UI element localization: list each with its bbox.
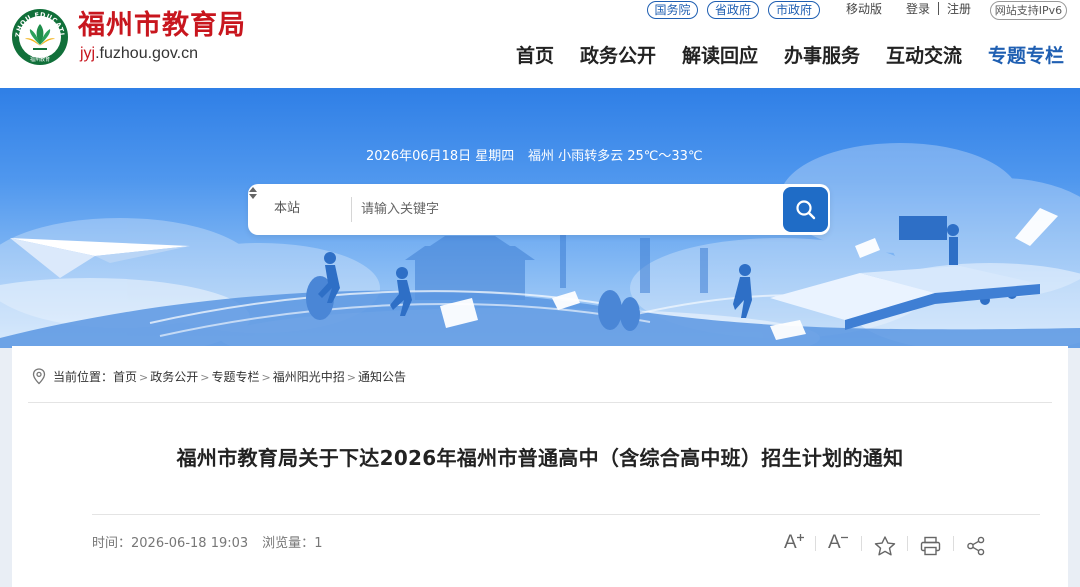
tool-divider: [953, 536, 954, 551]
mobile-version-link[interactable]: 移动版: [846, 1, 882, 18]
site-domain: jyj.fuzhou.gov.cn: [80, 44, 198, 64]
breadcrumb-item-sunshine-enrollment[interactable]: 福州阳光中招: [273, 370, 345, 384]
breadcrumb-separator: >: [261, 371, 271, 384]
title-divider: [92, 514, 1040, 515]
font-smaller-icon[interactable]: A: [828, 532, 850, 556]
breadcrumb-item-notices[interactable]: 通知公告: [358, 370, 406, 384]
print-icon[interactable]: [920, 534, 941, 558]
breadcrumb-separator: >: [139, 371, 149, 384]
nav-item-services[interactable]: 办事服务: [784, 42, 860, 70]
views-value: 1: [314, 536, 323, 551]
provincial-gov-link[interactable]: 省政府: [707, 1, 759, 19]
breadcrumb-separator: >: [346, 371, 356, 384]
location-pin-icon: [32, 368, 46, 385]
tool-divider: [907, 536, 908, 551]
breadcrumb: 当前位置：首页 > 政务公开 > 专题专栏 > 福州阳光中招 > 通知公告: [53, 369, 406, 386]
city-gov-link[interactable]: 市政府: [768, 1, 820, 19]
site-domain-rest: .fuzhou.gov.cn: [95, 45, 198, 62]
search-divider: [351, 197, 352, 222]
ipv6-badge: 网站支持IPv6: [990, 1, 1067, 20]
login-link[interactable]: 登录: [906, 1, 930, 18]
views-label: 浏览量：: [262, 536, 315, 551]
favorite-star-icon[interactable]: [874, 534, 896, 558]
search-button[interactable]: [783, 187, 828, 232]
site-domain-prefix: jyj: [80, 45, 96, 62]
search-box: 本站: [248, 184, 830, 235]
nav-item-interaction[interactable]: 互动交流: [886, 42, 962, 70]
search-input[interactable]: [361, 198, 771, 221]
article-meta: 时间：2026-06-18 19:03 浏览量：1: [92, 535, 322, 553]
breadcrumb-item-government-affairs[interactable]: 政务公开: [150, 370, 198, 384]
register-link[interactable]: 注册: [947, 1, 971, 18]
breadcrumb-divider: [28, 402, 1052, 403]
site-header: FUZHOU EDUCATION 福州教育 福州市教育局 jyj.fuzhou.…: [0, 0, 1080, 88]
nav-item-home[interactable]: 首页: [516, 42, 554, 70]
article-card: 当前位置：首页 > 政务公开 > 专题专栏 > 福州阳光中招 > 通知公告 福州市教育局关于下达…: [12, 346, 1068, 587]
breadcrumb-item-home[interactable]: 首页: [113, 370, 137, 384]
publish-time-value: 2026-06-18 19:03: [131, 536, 249, 551]
plus-sign: [797, 534, 804, 541]
publish-time-label: 时间：: [92, 536, 132, 551]
breadcrumb-item-special-topics[interactable]: 专题专栏: [211, 370, 259, 384]
breadcrumb-prefix: 当前位置：: [53, 370, 114, 384]
tool-divider: [861, 536, 862, 551]
search-scope-select[interactable]: 本站: [274, 201, 300, 217]
link-separator: [938, 2, 939, 15]
breadcrumb-separator: >: [200, 371, 210, 384]
hero-banner: 2026年06月18日 星期四 福州 小雨转多云 25℃～33℃ 本站: [0, 88, 1080, 348]
nav-item-special-topics[interactable]: 专题专栏: [988, 42, 1064, 70]
sort-arrows-icon[interactable]: [248, 184, 258, 202]
tool-divider: [815, 536, 816, 551]
article-title: 福州市教育局关于下达2026年福州市普通高中（含综合高中班）招生计划的通知: [176, 446, 904, 470]
site-logo-emblem[interactable]: FUZHOU EDUCATION 福州教育: [8, 2, 69, 66]
search-icon: [796, 200, 816, 220]
nav-item-interpretation[interactable]: 解读回应: [682, 42, 758, 70]
minus-sign: [841, 536, 848, 539]
emblem-caption: 福州教育: [30, 56, 50, 63]
banner-weather: 福州 小雨转多云 25℃～33℃: [528, 149, 703, 164]
share-icon[interactable]: [966, 534, 986, 558]
banner-date: 2026年06月18日 星期四: [366, 149, 515, 164]
state-council-link[interactable]: 国务院: [647, 1, 698, 19]
font-larger-icon[interactable]: A: [784, 532, 806, 556]
font-larger-letter: A: [784, 532, 797, 553]
nav-item-government-affairs[interactable]: 政务公开: [580, 42, 656, 70]
font-smaller-letter: A: [828, 532, 841, 553]
site-name[interactable]: 福州市教育局: [78, 8, 246, 44]
